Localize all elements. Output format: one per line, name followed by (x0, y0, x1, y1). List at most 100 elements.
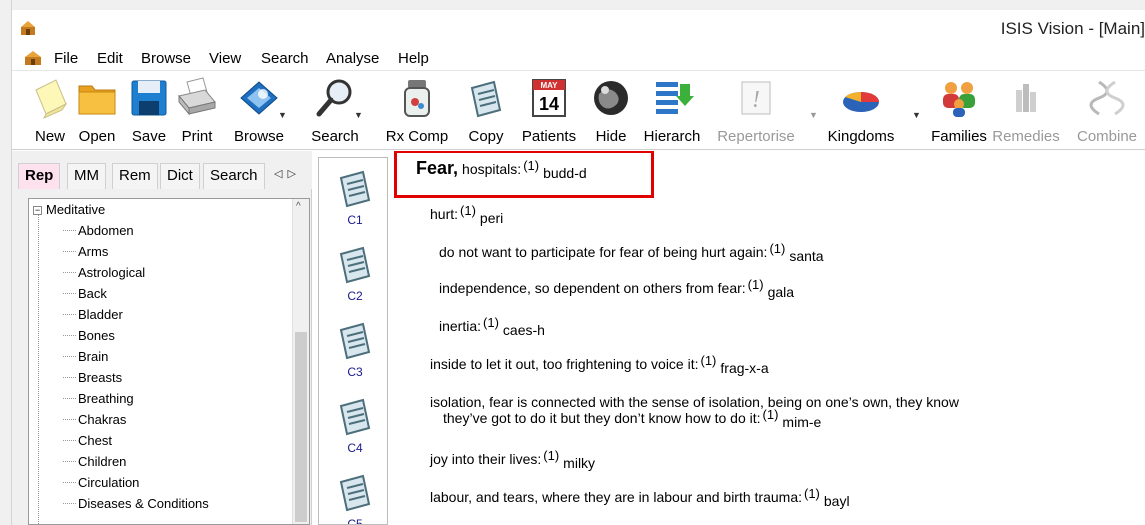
tree-item-breathing[interactable]: Breathing (63, 391, 134, 406)
tree-item-circulation[interactable]: Circulation (63, 475, 139, 490)
tree-item-bones[interactable]: Bones (63, 328, 115, 343)
kingdoms-dropdown-icon[interactable]: ▼ (912, 110, 921, 120)
tree-item-chest[interactable]: Chest (63, 433, 112, 448)
notepad-icon (339, 246, 371, 284)
combine-button[interactable]: Combine (1077, 76, 1137, 148)
scrollbar-thumb[interactable] (295, 332, 307, 522)
remedy-abbrev[interactable]: santa (789, 248, 823, 264)
remedy-abbrev[interactable]: frag-x-a (720, 360, 768, 376)
rubric-entry[interactable]: do not want to participate for fear of b… (439, 241, 824, 264)
tree-root-meditative[interactable]: − Meditative (33, 202, 105, 217)
copy-label: Copy (468, 128, 504, 145)
entry-text: independence, so dependent on others fro… (439, 280, 746, 296)
combine-icon (1089, 80, 1125, 116)
repertorise-dropdown-icon[interactable]: ▼ (809, 110, 818, 120)
search-button[interactable]: ▼ Search (311, 76, 363, 148)
browse-dropdown-icon[interactable]: ▼ (278, 110, 287, 120)
tree-item-bladder[interactable]: Bladder (63, 307, 123, 322)
collapse-icon[interactable]: − (33, 206, 42, 215)
app-icon[interactable] (20, 20, 36, 36)
search-dropdown-icon[interactable]: ▼ (354, 110, 363, 120)
menu-help[interactable]: Help (398, 50, 429, 67)
entry-text: inertia: (439, 318, 482, 334)
tab-search[interactable]: Search (203, 163, 265, 189)
clip-c5[interactable]: C5 (333, 470, 377, 524)
clip-c1[interactable]: C1 (333, 166, 377, 227)
save-label: Save (131, 128, 167, 145)
rubric-entry-continued[interactable]: they’ve got to do it but they don’t know… (443, 407, 821, 430)
tree-scrollbar[interactable]: ^ (292, 199, 309, 524)
copy-button[interactable]: Copy (464, 76, 508, 148)
notepad-icon (339, 170, 371, 208)
rx-comp-button[interactable]: Rx Comp (386, 76, 448, 148)
tree-item-chakras[interactable]: Chakras (63, 412, 126, 427)
tree-item-children[interactable]: Children (63, 454, 126, 469)
kingdoms-button[interactable]: ▼ Kingdoms (828, 76, 921, 148)
entry-text: labour, and tears, where they are in lab… (430, 489, 802, 505)
browse-button[interactable]: ▼ Browse (234, 76, 287, 148)
tree-item-astrological[interactable]: Astrological (63, 265, 145, 280)
remedy-abbrev[interactable]: bayl (824, 493, 850, 509)
rubric-entry[interactable]: inside to let it out, too frightening to… (430, 353, 769, 376)
hierarch-button[interactable]: Hierarch (644, 76, 700, 148)
clip-c4[interactable]: C4 (333, 394, 377, 455)
tree-item-breasts[interactable]: Breasts (63, 370, 122, 385)
tree-item-abdomen[interactable]: Abdomen (63, 223, 134, 238)
calendar-icon: MAY 14 (532, 79, 566, 117)
calendar-day: 14 (539, 94, 559, 114)
patients-button[interactable]: MAY 14 Patients (522, 76, 576, 148)
menu-view[interactable]: View (209, 50, 241, 67)
tab-rem[interactable]: Rem (112, 163, 158, 189)
rubric-entry[interactable]: joy into their lives: (1) milky (430, 448, 595, 471)
families-button[interactable]: Families (931, 76, 987, 148)
title-bar: ISIS Vision - [Main] (12, 10, 1145, 45)
clip-label: C2 (347, 289, 363, 303)
menu-edit[interactable]: Edit (97, 50, 123, 67)
tree-item-arms[interactable]: Arms (63, 244, 108, 259)
remedy-grade: (1) (747, 277, 764, 292)
tab-scroll-arrows-icon[interactable]: ◁▷ (274, 167, 301, 180)
rubric-entry[interactable]: inertia: (1) caes-h (439, 315, 545, 338)
clip-label: C4 (347, 441, 363, 455)
repertorise-icon: ! (741, 81, 771, 115)
rubric-heading[interactable]: Fear, hospitals: (1) budd-d (416, 158, 587, 181)
tree-item-diseases-conditions[interactable]: Diseases & Conditions (63, 496, 209, 511)
menu-analyse[interactable]: Analyse (326, 50, 379, 67)
remedy-abbrev[interactable]: mim-e (782, 414, 821, 430)
tree-item-back[interactable]: Back (63, 286, 107, 301)
remedy-grade: (1) (804, 486, 820, 501)
new-button[interactable]: New (30, 76, 70, 148)
menu-browse[interactable]: Browse (141, 50, 191, 67)
tab-dict[interactable]: Dict (160, 163, 200, 189)
remedy-abbrev[interactable]: caes-h (503, 322, 545, 338)
tab-mm[interactable]: MM (67, 163, 106, 189)
menu-search[interactable]: Search (261, 50, 309, 67)
repertorise-button[interactable]: ! ▼ Repertorise (717, 76, 818, 148)
clip-c2[interactable]: C2 (333, 242, 377, 303)
save-button[interactable]: Save (127, 76, 171, 148)
rubric-entry[interactable]: hurt: (1) peri (430, 203, 503, 226)
left-tabs: Rep MM Rem Dict Search ◁▷ (12, 151, 312, 189)
remedy-abbrev[interactable]: gala (768, 284, 794, 300)
remedy-abbrev[interactable]: milky (563, 455, 595, 471)
hide-button[interactable]: Hide (589, 76, 633, 148)
rubric-entry[interactable]: independence, so dependent on others fro… (439, 277, 794, 300)
new-label: New (34, 128, 66, 145)
remedy-grade: (1) (460, 203, 476, 218)
open-button[interactable]: Open (75, 76, 119, 148)
remedy-abbrev[interactable]: peri (480, 210, 503, 226)
remedies-button[interactable]: Remedies (992, 76, 1060, 148)
app-menu-icon[interactable] (24, 50, 42, 66)
rubric-entry[interactable]: labour, and tears, where they are in lab… (430, 486, 850, 509)
clip-c3[interactable]: C3 (333, 318, 377, 379)
hide-label: Hide (595, 128, 627, 145)
menu-file[interactable]: File (54, 50, 78, 67)
remedy-abbrev[interactable]: budd-d (543, 165, 587, 181)
print-label: Print (181, 128, 213, 145)
print-button[interactable]: Print (175, 76, 219, 148)
remedy-grade: (1) (762, 407, 779, 422)
entry-text: do not want to participate for fear of b… (439, 244, 768, 260)
scroll-up-arrow-icon[interactable]: ^ (296, 201, 301, 212)
tab-rep[interactable]: Rep (18, 163, 61, 189)
tree-item-brain[interactable]: Brain (63, 349, 108, 364)
